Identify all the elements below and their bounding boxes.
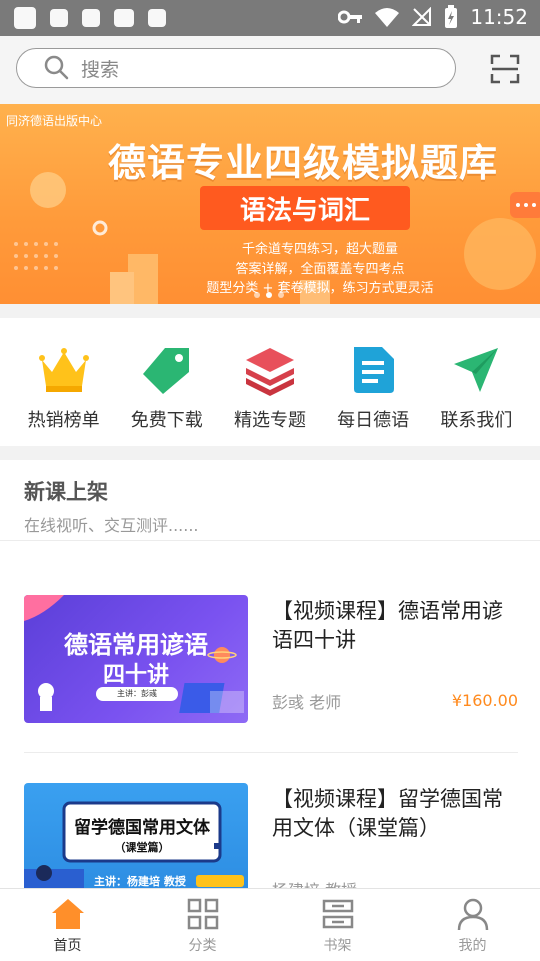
battery-icon [445,5,458,28]
quick-nav: 热销榜单 免费下载 精选专题 每日德语 联系我们 [0,318,540,446]
quick-item-label: 免费下载 [130,410,203,431]
search-icon [44,55,69,80]
grid-icon [187,898,218,930]
tab-label: 分类 [188,938,217,954]
new-courses-section: 新课上架 在线视听、交互测评...... 德语常用谚语 四十讲 主讲：彭彧 【视… [0,460,540,911]
carousel-indicator [254,292,284,298]
scan-icon[interactable] [490,54,520,84]
promo-banner[interactable]: 同济德语出版中心 德语专业四级模拟题库 语法与词汇 千余道专四练习，超大题量 答… [0,104,540,304]
tab-bookshelf[interactable]: 书架 [270,889,405,961]
quick-item-label: 每日德语 [337,410,410,431]
wifi-icon [375,8,400,27]
quick-item-daily-german[interactable]: 每日德语 [328,318,418,432]
quick-item-contact-us[interactable]: 联系我们 [431,318,521,432]
quick-item-label: 热销榜单 [27,410,100,431]
top-bar: 搜索 [0,36,540,104]
banner-publisher: 同济德语出版中心 [6,114,103,128]
banner-subtitle: 语法与词汇 [239,195,370,226]
thumbnail-speaker: 主讲：彭彧 [96,687,178,701]
search-placeholder: 搜索 [81,58,120,81]
notification-icon [50,9,68,27]
thumbnail-title-2: （课堂篇） [114,841,170,854]
tag-icon [141,344,193,396]
status-indicators: 11:52 [338,5,528,29]
layers-icon [244,344,296,396]
carousel-dot-active [266,292,272,298]
tab-label: 书架 [323,938,352,954]
banner-title: 德语专业四级模拟题库 [108,141,499,185]
banner-subtitle-ribbon: 语法与词汇 [200,186,410,230]
course-title: 【视频课程】德语常用谚语四十讲 [272,599,503,652]
course-item[interactable]: 德语常用谚语 四十讲 主讲：彭彧 【视频课程】德语常用谚语四十讲 彭彧 老师 ¥… [24,595,518,725]
user-icon [457,898,488,931]
send-icon [450,344,502,396]
tab-label: 首页 [53,938,82,954]
notification-icon [82,9,100,27]
notification-icon [14,7,36,29]
quick-item-label: 精选专题 [233,410,306,431]
course-title: 【视频课程】留学德国常用文体（课堂篇） [272,787,503,840]
divider [24,752,518,753]
no-signal-icon [412,7,432,26]
banner-line-2: 答案详解，全面覆盖专四考点 [235,262,405,277]
section-title: 新课上架 [24,480,108,504]
image-icon [114,9,134,27]
quick-item-featured-topics[interactable]: 精选专题 [225,318,315,432]
quick-item-label: 联系我们 [440,410,513,431]
divider [0,540,540,541]
banner-line-1: 千余道专四练习，超大题量 [241,242,398,257]
tab-category[interactable]: 分类 [135,889,270,961]
quick-item-bestsellers[interactable]: 热销榜单 [19,318,109,432]
home-icon [51,899,84,929]
tab-label: 我的 [458,938,487,954]
crown-icon [38,344,90,396]
status-bar: 11:52 [0,0,540,36]
course-teacher: 彭彧 老师 [272,693,342,712]
bottom-tab-bar: 首页 分类 书架 我的 [0,888,540,961]
thumbnail-speaker: 主讲：杨建培 教授 [94,875,186,888]
quick-item-free-download[interactable]: 免费下载 [122,318,212,432]
thumbnail-title-2: 四十讲 [102,662,169,688]
search-input[interactable]: 搜索 [16,48,456,88]
status-time: 11:52 [470,5,528,29]
carousel-dot [254,292,260,298]
carousel-dot [278,292,284,298]
course-thumbnail: 德语常用谚语 四十讲 主讲：彭彧 [24,595,248,723]
thumbnail-title-1: 留学德国常用文体 [74,818,210,838]
notification-icons [14,7,166,29]
thumbnail-title-1: 德语常用谚语 [64,630,208,659]
document-icon [347,344,399,396]
tab-me[interactable]: 我的 [405,889,540,961]
key-icon [338,10,363,24]
tab-home[interactable]: 首页 [0,889,135,961]
bookshelf-icon [322,899,353,929]
section-subtitle: 在线视听、交互测评...... [24,516,199,535]
banner-line-3: 题型分类 + 套卷模拟，练习方式更灵活 [206,281,434,296]
font-icon [148,9,166,27]
course-price: ¥160.00 [451,691,518,710]
